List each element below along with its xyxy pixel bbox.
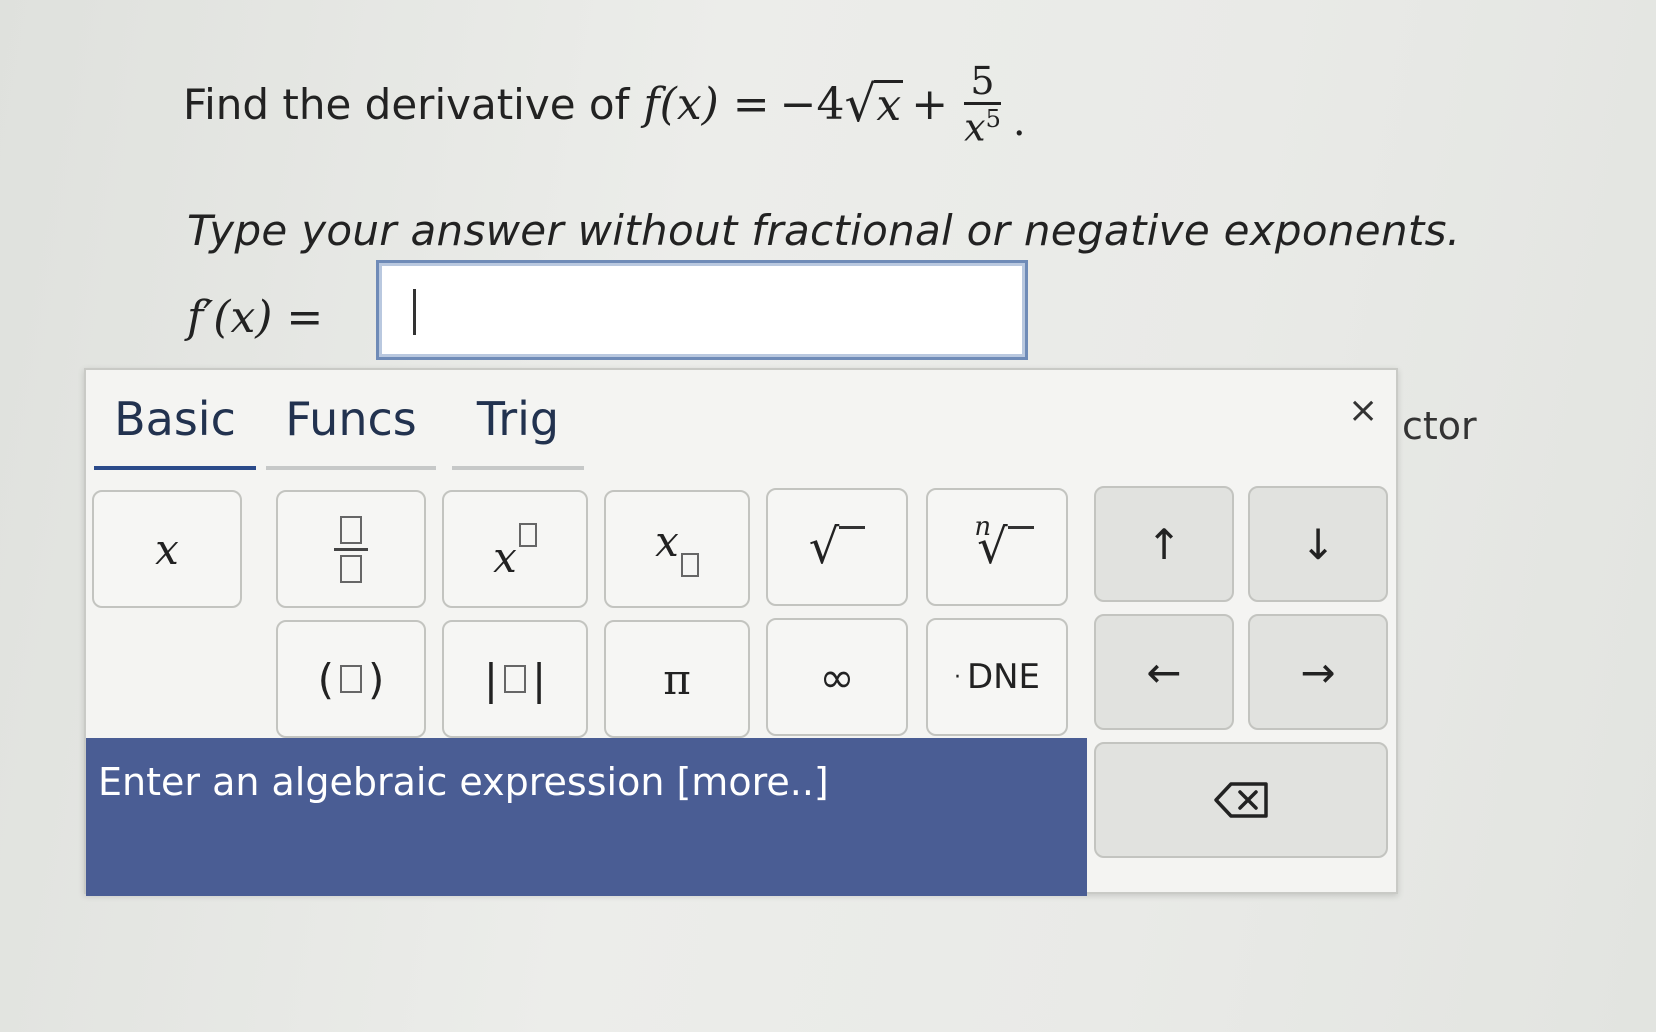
fraction-denominator-placeholder-icon [340,554,362,583]
tab-trig[interactable]: Trig [452,392,584,470]
dne-dot-icon: · [953,664,961,690]
key-subscript[interactable]: x [604,490,750,608]
coefficient: −4 [779,78,845,130]
question: Find the derivative of f(x) = −4 √ x + 5… [183,62,1026,147]
close-palette-button[interactable]: × [1348,390,1378,431]
sqrt-overline-icon [839,525,866,529]
key-superscript[interactable]: x [442,490,588,608]
abs-bar-left: | [483,654,498,704]
infinity-label: ∞ [819,652,855,702]
hint-bar: Enter an algebraic expression [more..] [86,738,1087,896]
answer-label: f′(x) = [187,292,324,343]
plus-sign: + [911,78,949,130]
fraction-numerator: 5 [964,62,1001,105]
tab-basic-label: Basic [114,392,236,446]
function-expression: f(x) = −4 √ x + 5 x5 . [643,62,1025,147]
tab-trig-underline [452,466,584,470]
fraction-bar-icon [334,547,368,551]
pi-label: π [663,654,691,704]
paren-open: ( [317,654,334,704]
text-caret [413,289,416,335]
tab-trig-label: Trig [476,392,560,446]
sqrt-term: √ x [845,79,904,129]
key-fraction[interactable] [276,490,426,608]
radicand: x [874,80,904,132]
tab-funcs[interactable]: Funcs [266,392,436,470]
paren-close: ) [368,654,385,704]
key-dne[interactable]: · DNE [926,618,1068,736]
tab-basic-underline [94,466,256,470]
hint-text[interactable]: Enter an algebraic expression [more..] [98,760,829,804]
abs-bar-right: | [532,654,547,704]
key-arrow-right[interactable]: → [1248,614,1388,730]
screen: Find the derivative of f(x) = −4 √ x + 5… [0,0,1656,1032]
fraction-denominator: x5 [964,105,1001,147]
tab-funcs-label: Funcs [285,392,417,446]
paren-placeholder-icon [340,665,362,693]
arrow-up-icon: ↑ [1146,519,1182,569]
key-arrow-left[interactable]: ← [1094,614,1234,730]
math-palette: Basic Funcs Trig × x x x √ n √ ↑ ↓ () |… [84,368,1398,896]
radical-sign: √ [844,75,877,134]
key-backspace[interactable] [1094,742,1388,858]
subscript-base: x [655,516,679,566]
superscript-base: x [493,532,517,582]
key-x-label: x [155,524,179,574]
key-nth-root[interactable]: n √ [926,488,1068,606]
arrow-right-icon: → [1300,647,1336,697]
dne-label: DNE [966,657,1041,697]
nth-root-overline-icon [1007,525,1034,529]
question-prompt: Find the derivative of [183,79,630,129]
denominator-exponent: 5 [985,105,1001,133]
function-lhs: f(x) = [643,78,770,130]
key-parentheses[interactable]: ( ) [276,620,426,738]
superscript-placeholder-icon [518,523,537,547]
arrow-down-icon: ↓ [1300,519,1336,569]
key-pi[interactable]: π [604,620,750,738]
key-square-root[interactable]: √ [766,488,908,606]
period: . [1012,99,1026,146]
key-infinity[interactable]: ∞ [766,618,908,736]
tab-funcs-underline [266,466,436,470]
sqrt-icon: √ [808,519,840,575]
nth-root-index: n [974,512,992,542]
answer-input[interactable] [376,260,1028,360]
subscript-placeholder-icon [680,553,699,577]
key-variable-x[interactable]: x [92,490,242,608]
key-arrow-up[interactable]: ↑ [1094,486,1234,602]
instruction-text: Type your answer without fractional or n… [187,206,1461,255]
fraction-term: 5 x5 [964,62,1001,147]
denominator-base: x [964,105,986,150]
partial-side-text: ctor [1402,404,1477,448]
arrow-left-icon: ← [1146,647,1182,697]
tab-basic[interactable]: Basic [94,392,256,470]
backspace-icon [1214,782,1268,818]
key-absolute-value[interactable]: | | [442,620,588,738]
fraction-numerator-placeholder-icon [340,515,362,544]
abs-placeholder-icon [504,665,526,693]
key-arrow-down[interactable]: ↓ [1248,486,1388,602]
